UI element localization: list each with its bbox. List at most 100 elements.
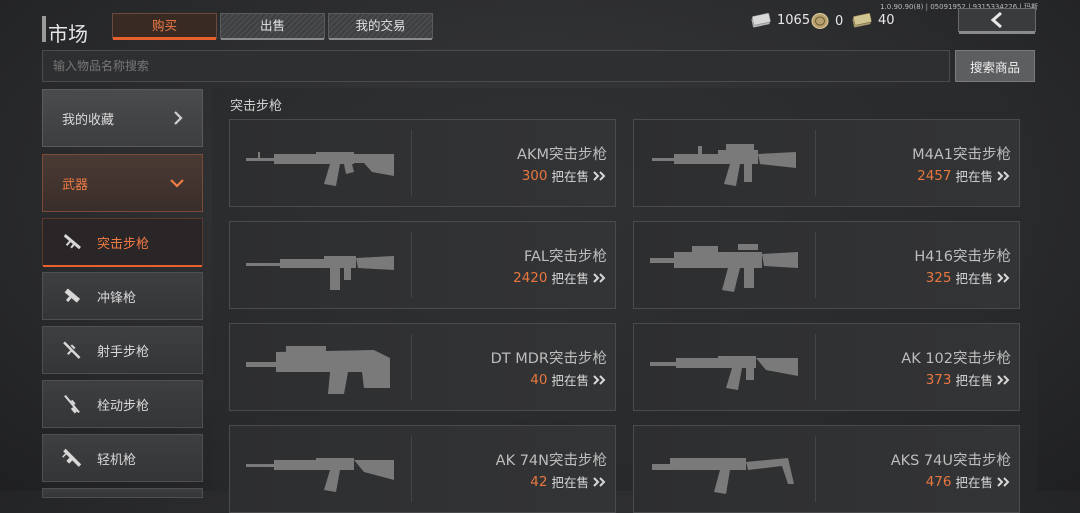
- item-card[interactable]: AKM突击步枪 300 把在售: [229, 119, 616, 207]
- card-divider: [815, 436, 816, 502]
- sale-info: 2420 把在售: [513, 268, 607, 287]
- back-button[interactable]: [958, 8, 1036, 34]
- sale-count: 300: [521, 167, 548, 184]
- bond-stack-icon: [852, 12, 872, 28]
- sidebar-category-weapons[interactable]: 武器: [42, 154, 203, 212]
- cash-stack-icon: [751, 12, 771, 28]
- gold-coin-icon: [811, 13, 829, 29]
- sidebar-item-bolt-rifle[interactable]: 栓动步枪: [42, 380, 203, 428]
- sale-info: 325 把在售: [926, 268, 1011, 287]
- search-button[interactable]: 搜索商品: [955, 50, 1035, 82]
- item-card[interactable]: AKS 74U突击步枪 476 把在售: [633, 425, 1020, 513]
- tab-my-trades[interactable]: 我的交易: [328, 13, 433, 40]
- item-name: DT MDR突击步枪: [490, 351, 607, 367]
- ak102-icon: [650, 356, 798, 390]
- favorites-label: 我的收藏: [62, 112, 115, 128]
- sale-count: 476: [925, 473, 952, 490]
- search-box: [42, 50, 950, 82]
- double-chevron-right-icon: [997, 374, 1010, 385]
- item-card[interactable]: FAL突击步枪 2420 把在售: [229, 221, 616, 309]
- tab-my-trades-label: 我的交易: [355, 18, 406, 33]
- ak74n-icon: [246, 458, 394, 492]
- sale-label: 把在售: [955, 169, 993, 184]
- tab-sell[interactable]: 出售: [220, 13, 325, 40]
- tab-sell-label: 出售: [259, 18, 285, 33]
- assault-rifle-icon: [63, 234, 81, 250]
- sidebar-item-label: 射手步枪: [97, 344, 150, 360]
- sale-count: 373: [925, 371, 952, 388]
- gold-value: 0: [835, 13, 844, 29]
- sale-info: 476 把在售: [926, 472, 1011, 491]
- card-divider: [411, 436, 412, 502]
- sale-label: 把在售: [551, 271, 589, 286]
- smg-icon: [64, 288, 81, 303]
- card-divider: [815, 232, 816, 298]
- item-name: FAL突击步枪: [523, 249, 607, 265]
- card-divider: [815, 334, 816, 400]
- mdr-icon: [246, 346, 390, 394]
- sale-label: 把在售: [551, 373, 589, 388]
- sale-info: 300 把在售: [522, 166, 607, 185]
- double-chevron-right-icon: [593, 170, 606, 181]
- item-name: AKM突击步枪: [517, 147, 607, 163]
- lmg-icon: [62, 448, 82, 467]
- chevron-down-icon: [170, 179, 184, 188]
- double-chevron-right-icon: [593, 476, 606, 487]
- sale-label: 把在售: [955, 475, 993, 490]
- card-divider: [411, 334, 412, 400]
- sidebar-item-label: 突击步枪: [97, 236, 150, 252]
- sidebar-item-lmg[interactable]: 轻机枪: [42, 434, 203, 482]
- sale-info: 42 把在售: [530, 472, 607, 491]
- search-input[interactable]: [43, 51, 949, 81]
- sale-count: 2420: [513, 269, 548, 286]
- fal-icon: [246, 256, 394, 290]
- double-chevron-right-icon: [997, 272, 1010, 283]
- aks74u-icon: [652, 458, 794, 494]
- sale-label: 把在售: [551, 475, 589, 490]
- title-accent-bar: [42, 16, 46, 42]
- m4a1-icon: [652, 144, 796, 186]
- section-title: 突击步枪: [230, 99, 283, 114]
- cash-value: 1065: [777, 12, 811, 28]
- double-chevron-right-icon: [997, 170, 1010, 181]
- item-card[interactable]: AK 74N突击步枪 42 把在售: [229, 425, 616, 513]
- page-title: 市场: [48, 22, 88, 46]
- currency-cash: 1065: [750, 12, 810, 28]
- sidebar-favorites[interactable]: 我的收藏: [42, 89, 203, 147]
- sidebar-item-partial: [42, 488, 203, 498]
- chevron-right-icon: [174, 111, 183, 125]
- sidebar-item-marksman-rifle[interactable]: 射手步枪: [42, 326, 203, 374]
- item-name: H416突击步枪: [914, 249, 1011, 265]
- tab-buy[interactable]: 购买: [112, 13, 217, 40]
- item-name: M4A1突击步枪: [912, 147, 1011, 163]
- item-name: AK 74N突击步枪: [495, 453, 607, 469]
- sidebar-item-label: 栓动步枪: [97, 398, 150, 414]
- currency-bond: 40: [851, 12, 895, 28]
- currency-gold: 0: [810, 12, 843, 30]
- item-card[interactable]: H416突击步枪 325 把在售: [633, 221, 1020, 309]
- sale-label: 把在售: [551, 169, 589, 184]
- item-card[interactable]: M4A1突击步枪 2457 把在售: [633, 119, 1020, 207]
- sale-count: 40: [530, 371, 548, 388]
- sale-info: 2457 把在售: [917, 166, 1011, 185]
- item-card[interactable]: AK 102突击步枪 373 把在售: [633, 323, 1020, 411]
- chevron-left-icon: [990, 11, 1002, 29]
- bolt-rifle-icon: [64, 394, 80, 414]
- double-chevron-right-icon: [593, 272, 606, 283]
- marksman-rifle-icon: [63, 341, 81, 359]
- akm-icon: [246, 152, 394, 186]
- sidebar-item-smg[interactable]: 冲锋枪: [42, 272, 203, 320]
- sale-label: 把在售: [955, 271, 993, 286]
- card-divider: [411, 130, 412, 196]
- item-name: AK 102突击步枪: [901, 351, 1011, 367]
- category-label: 武器: [62, 177, 89, 193]
- item-card[interactable]: DT MDR突击步枪 40 把在售: [229, 323, 616, 411]
- card-divider: [815, 130, 816, 196]
- sale-info: 40 把在售: [530, 370, 607, 389]
- card-divider: [411, 232, 412, 298]
- sidebar-item-assault-rifle[interactable]: 突击步枪: [42, 218, 203, 267]
- bond-value: 40: [878, 12, 895, 28]
- sidebar-item-label: 轻机枪: [97, 452, 137, 468]
- sale-count: 42: [530, 473, 548, 490]
- sale-label: 把在售: [955, 373, 993, 388]
